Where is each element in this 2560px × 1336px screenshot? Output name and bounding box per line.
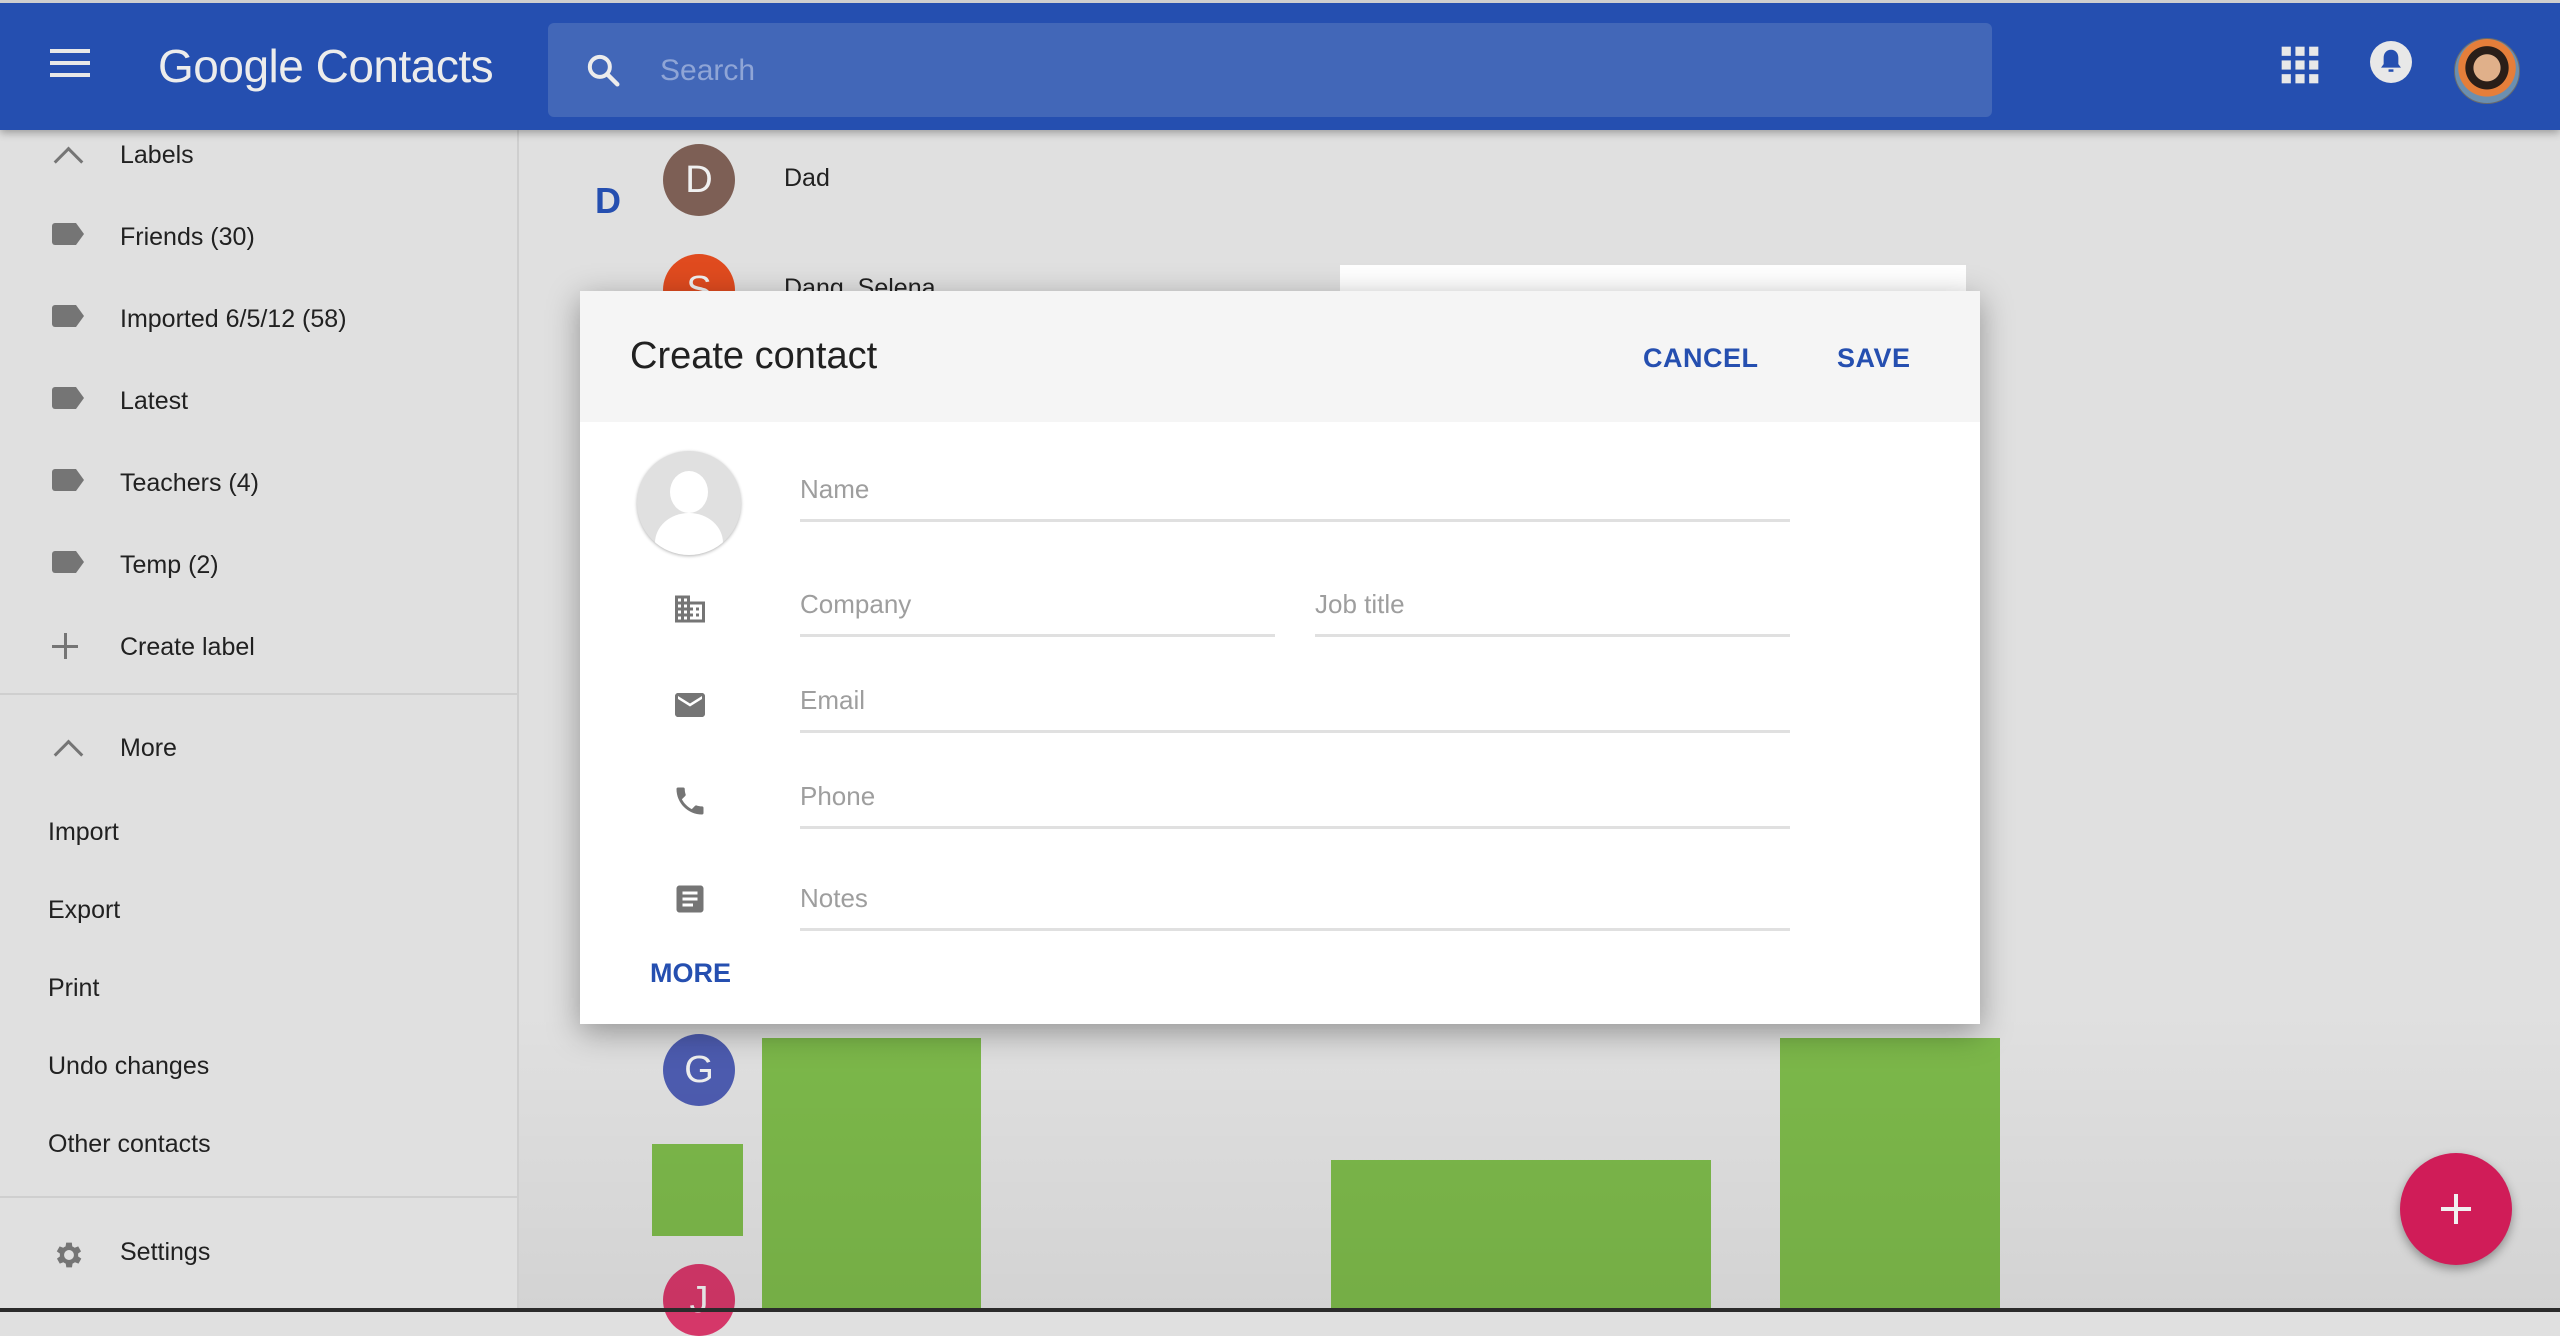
- sidebar-item-undo-changes[interactable]: Undo changes: [0, 1036, 517, 1096]
- phone-icon: [676, 787, 704, 815]
- app-logo[interactable]: Google Contacts: [158, 39, 494, 93]
- label-icon: [52, 387, 84, 415]
- sidebar-item-friends[interactable]: Friends (30): [0, 207, 517, 267]
- sidebar-item-teachers[interactable]: Teachers (4): [0, 453, 517, 513]
- sidebar-item-temp[interactable]: Temp (2): [0, 535, 517, 595]
- contact-name[interactable]: Dad: [784, 164, 830, 193]
- sidebar-item-label: Latest: [120, 386, 189, 415]
- company-field[interactable]: [800, 589, 1275, 637]
- sidebar: Labels Friends (30) Imported 6/5/12 (58)…: [0, 130, 519, 1312]
- job-title-field[interactable]: [1315, 589, 1790, 637]
- dialog-title: Create contact: [630, 335, 878, 377]
- notifications-bell-icon[interactable]: [2370, 41, 2412, 83]
- contact-photo-placeholder[interactable]: [637, 451, 741, 555]
- section-letter: D: [595, 180, 621, 221]
- contact-avatar[interactable]: J: [663, 1264, 735, 1336]
- more-fields-button[interactable]: MORE: [650, 958, 731, 989]
- notes-field[interactable]: [800, 883, 1790, 931]
- email-envelope-icon: [675, 693, 705, 717]
- label-icon: [52, 551, 84, 579]
- window-top-border: [0, 0, 2560, 3]
- add-contact-fab[interactable]: [2400, 1153, 2512, 1265]
- settings-label: Settings: [120, 1237, 211, 1266]
- gear-icon: [52, 1238, 84, 1268]
- search-input[interactable]: [658, 45, 1962, 97]
- sidebar-item-label: Undo changes: [48, 1051, 210, 1080]
- contact-avatar[interactable]: D: [663, 144, 735, 216]
- app-bar: Google Contacts: [0, 3, 2560, 130]
- sidebar-item-export[interactable]: Export: [0, 880, 517, 940]
- contact-avatar[interactable]: G: [663, 1034, 735, 1106]
- sidebar-item-label: Import: [48, 817, 119, 846]
- dialog-header: Create contact CANCEL SAVE: [580, 291, 1980, 422]
- sidebar-item-print[interactable]: Print: [0, 958, 517, 1018]
- apps-grid-icon[interactable]: [2278, 43, 2322, 87]
- create-label-text: Create label: [120, 632, 255, 661]
- brand-product: Contacts: [315, 40, 494, 92]
- label-icon: [52, 305, 84, 333]
- chevron-up-icon: [52, 141, 84, 177]
- sidebar-item-label: Temp (2): [120, 550, 219, 579]
- phone-field[interactable]: [800, 781, 1790, 829]
- email-field[interactable]: [800, 685, 1790, 733]
- sidebar-more-header[interactable]: More: [0, 718, 517, 778]
- sidebar-divider: [0, 693, 517, 695]
- name-field[interactable]: [800, 474, 1790, 522]
- image-placeholder-block: [1780, 1038, 2000, 1312]
- sidebar-item-other-contacts[interactable]: Other contacts: [0, 1114, 517, 1174]
- sidebar-item-label: Imported 6/5/12 (58): [120, 304, 347, 333]
- sidebar-item-label: Export: [48, 895, 121, 924]
- sidebar-item-label: Print: [48, 973, 100, 1002]
- sidebar-item-label: Other contacts: [48, 1129, 211, 1158]
- sidebar-item-import[interactable]: Import: [0, 802, 517, 862]
- save-button[interactable]: SAVE: [1837, 343, 1911, 374]
- account-avatar[interactable]: [2454, 38, 2520, 104]
- sidebar-labels-header[interactable]: Labels: [0, 125, 517, 185]
- main-menu-icon[interactable]: [50, 49, 90, 81]
- sidebar-item-imported[interactable]: Imported 6/5/12 (58): [0, 289, 517, 349]
- sidebar-item-label: Friends (30): [120, 222, 255, 251]
- sidebar-item-latest[interactable]: Latest: [0, 371, 517, 431]
- brand-google: Google: [158, 40, 304, 92]
- image-placeholder-block: [1331, 1160, 1711, 1312]
- sidebar-divider: [0, 1196, 517, 1198]
- image-placeholder-block: [652, 1144, 743, 1236]
- label-icon: [52, 469, 84, 497]
- company-building-icon: [675, 595, 705, 623]
- create-contact-dialog: Create contact CANCEL SAVE MORE: [580, 291, 1980, 1024]
- image-placeholder-block: [762, 1038, 981, 1312]
- search-icon[interactable]: [584, 51, 624, 91]
- plus-icon: [52, 633, 84, 661]
- notes-icon: [676, 885, 704, 913]
- sidebar-item-label: Teachers (4): [120, 468, 259, 497]
- search-bar[interactable]: [548, 23, 1992, 117]
- window-bottom-border: [0, 1308, 2560, 1312]
- create-label-button[interactable]: Create label: [0, 617, 517, 677]
- chevron-up-icon: [52, 734, 84, 770]
- label-icon: [52, 223, 84, 251]
- sidebar-item-settings[interactable]: Settings: [0, 1222, 517, 1282]
- sidebar-labels-title: Labels: [120, 140, 194, 169]
- cancel-button[interactable]: CANCEL: [1643, 343, 1759, 374]
- sidebar-more-title: More: [120, 733, 177, 762]
